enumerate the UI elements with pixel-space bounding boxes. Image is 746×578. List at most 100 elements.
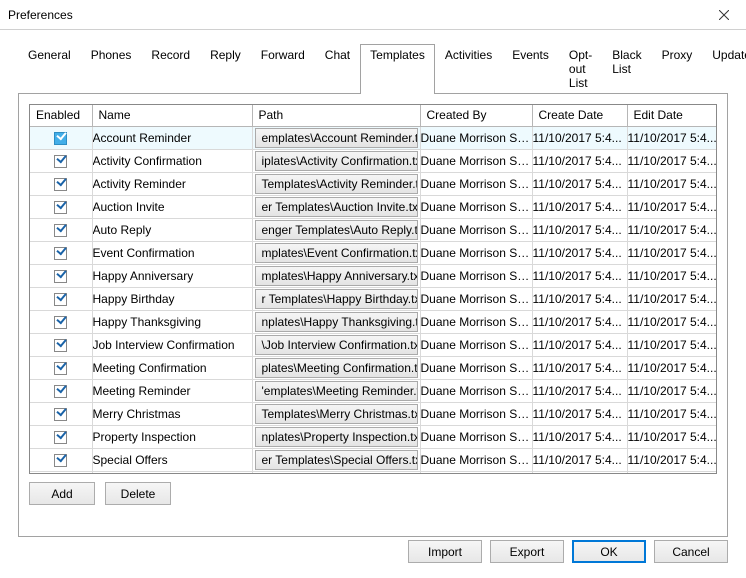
- table-row[interactable]: Job Interview Confirmation\Job Interview…: [30, 334, 717, 357]
- cell-create-date[interactable]: 11/10/2017 5:4...: [532, 265, 627, 288]
- delete-button[interactable]: Delete: [105, 482, 171, 505]
- cell-edit-date[interactable]: 11/10/2017 5:4...: [627, 311, 717, 334]
- cell-created-by[interactable]: Duane Morrison Smith: [420, 265, 532, 288]
- close-button[interactable]: [702, 0, 746, 30]
- ok-button[interactable]: OK: [572, 540, 646, 563]
- table-row[interactable]: Happy Birthdayr Templates\Happy Birthday…: [30, 288, 717, 311]
- cell-name[interactable]: Meeting Reminder: [92, 380, 252, 403]
- table-row[interactable]: Meeting Reminder'emplates\Meeting Remind…: [30, 380, 717, 403]
- path-button[interactable]: nplates\Happy Thanksgiving.txt: [255, 312, 418, 332]
- tab-templates[interactable]: Templates: [360, 44, 435, 94]
- enabled-checkbox[interactable]: [54, 178, 67, 191]
- tab-record[interactable]: Record: [141, 44, 200, 94]
- table-row[interactable]: Merry ChristmasTemplates\Merry Christmas…: [30, 403, 717, 426]
- add-button[interactable]: Add: [29, 482, 95, 505]
- enabled-checkbox[interactable]: [54, 431, 67, 444]
- cell-created-by[interactable]: Duane Morrison Smith: [420, 426, 532, 449]
- tab-general[interactable]: General: [18, 44, 81, 94]
- cell-created-by[interactable]: Duane Morrison Smith: [420, 150, 532, 173]
- cell-create-date[interactable]: 11/10/2017 5:4...: [532, 449, 627, 472]
- col-header-enabled[interactable]: Enabled: [30, 105, 92, 127]
- cell-name[interactable]: Activity Confirmation: [92, 150, 252, 173]
- cell-created-by[interactable]: Duane Morrison Smith: [420, 288, 532, 311]
- col-header-name[interactable]: Name: [92, 105, 252, 127]
- cell-name[interactable]: Auto Reply: [92, 219, 252, 242]
- cell-created-by[interactable]: Duane Morrison Smith: [420, 173, 532, 196]
- cell-edit-date[interactable]: 11/10/2017 5:4...: [627, 380, 717, 403]
- cell-created-by[interactable]: Duane Morrison Smith: [420, 196, 532, 219]
- enabled-checkbox[interactable]: [54, 362, 67, 375]
- cell-name[interactable]: Activity Reminder: [92, 173, 252, 196]
- path-button[interactable]: [255, 473, 418, 474]
- path-button[interactable]: Templates\Merry Christmas.txt: [255, 404, 418, 424]
- enabled-checkbox[interactable]: [54, 454, 67, 467]
- path-button[interactable]: mplates\Happy Anniversary.txt: [255, 266, 418, 286]
- cell-create-date[interactable]: 11/10/2017 5:4...: [532, 311, 627, 334]
- path-button[interactable]: 'emplates\Meeting Reminder.txt: [255, 381, 418, 401]
- cancel-button[interactable]: Cancel: [654, 540, 728, 563]
- export-button[interactable]: Export: [490, 540, 564, 563]
- cell-name[interactable]: [92, 472, 252, 475]
- table-row[interactable]: Happy Thanksgivingnplates\Happy Thanksgi…: [30, 311, 717, 334]
- table-row[interactable]: Auction Inviteer Templates\Auction Invit…: [30, 196, 717, 219]
- cell-edit-date[interactable]: 11/10/2017 5:4...: [627, 173, 717, 196]
- table-row[interactable]: [30, 472, 717, 475]
- import-button[interactable]: Import: [408, 540, 482, 563]
- cell-edit-date[interactable]: 11/10/2017 5:4...: [627, 219, 717, 242]
- enabled-checkbox[interactable]: [54, 224, 67, 237]
- cell-created-by[interactable]: Duane Morrison Smith: [420, 357, 532, 380]
- cell-created-by[interactable]: Duane Morrison Smith: [420, 449, 532, 472]
- enabled-checkbox[interactable]: [54, 385, 67, 398]
- cell-create-date[interactable]: 11/10/2017 5:4...: [532, 242, 627, 265]
- enabled-checkbox[interactable]: [54, 201, 67, 214]
- cell-name[interactable]: Auction Invite: [92, 196, 252, 219]
- cell-create-date[interactable]: 11/10/2017 5:4...: [532, 426, 627, 449]
- path-button[interactable]: Templates\Activity Reminder.txt: [255, 174, 418, 194]
- tab-forward[interactable]: Forward: [251, 44, 315, 94]
- enabled-checkbox[interactable]: [54, 247, 67, 260]
- table-row[interactable]: Activity Confirmationiplates\Activity Co…: [30, 150, 717, 173]
- cell-name[interactable]: Happy Thanksgiving: [92, 311, 252, 334]
- path-button[interactable]: emplates\Account Reminder.txt: [255, 128, 418, 148]
- enabled-checkbox[interactable]: [54, 339, 67, 352]
- cell-name[interactable]: Account Reminder: [92, 127, 252, 150]
- cell-name[interactable]: Happy Anniversary: [92, 265, 252, 288]
- tab-events[interactable]: Events: [502, 44, 559, 94]
- table-row[interactable]: Event Confirmationmplates\Event Confirma…: [30, 242, 717, 265]
- col-header-edit-date[interactable]: Edit Date: [627, 105, 717, 127]
- cell-name[interactable]: Event Confirmation: [92, 242, 252, 265]
- cell-created-by[interactable]: Duane Morrison Smith: [420, 311, 532, 334]
- cell-create-date[interactable]: 11/10/2017 5:4...: [532, 357, 627, 380]
- cell-edit-date[interactable]: 11/10/2017 5:4...: [627, 357, 717, 380]
- path-button[interactable]: nplates\Property Inspection.txt: [255, 427, 418, 447]
- cell-created-by[interactable]: Duane Morrison Smith: [420, 334, 532, 357]
- tab-updates[interactable]: Updates: [702, 44, 746, 94]
- cell-edit-date[interactable]: 11/10/2017 5:4...: [627, 449, 717, 472]
- cell-create-date[interactable]: 11/10/2017 5:4...: [532, 380, 627, 403]
- table-row[interactable]: Account Reminderemplates\Account Reminde…: [30, 127, 717, 150]
- cell-edit-date[interactable]: 11/10/2017 5:4...: [627, 242, 717, 265]
- cell-created-by[interactable]: Duane Morrison Smith: [420, 219, 532, 242]
- col-header-create-date[interactable]: Create Date: [532, 105, 627, 127]
- table-row[interactable]: Activity ReminderTemplates\Activity Remi…: [30, 173, 717, 196]
- tab-opt-out-list[interactable]: Opt-out List: [559, 44, 602, 94]
- cell-create-date[interactable]: 11/10/2017 5:4...: [532, 334, 627, 357]
- table-row[interactable]: Happy Anniversarymplates\Happy Anniversa…: [30, 265, 717, 288]
- cell-create-date[interactable]: 11/10/2017 5:4...: [532, 150, 627, 173]
- tab-chat[interactable]: Chat: [315, 44, 360, 94]
- cell-created-by[interactable]: Duane Morrison Smith: [420, 403, 532, 426]
- cell-edit-date[interactable]: 11/10/2017 5:4...: [627, 265, 717, 288]
- tab-activities[interactable]: Activities: [435, 44, 502, 94]
- cell-create-date[interactable]: 11/10/2017 5:4...: [532, 403, 627, 426]
- enabled-checkbox[interactable]: [54, 408, 67, 421]
- enabled-checkbox[interactable]: [54, 316, 67, 329]
- cell-edit-date[interactable]: 11/10/2017 5:4...: [627, 127, 717, 150]
- path-button[interactable]: mplates\Event Confirmation.txt: [255, 243, 418, 263]
- table-row[interactable]: Property Inspectionnplates\Property Insp…: [30, 426, 717, 449]
- cell-name[interactable]: Property Inspection: [92, 426, 252, 449]
- cell-created-by[interactable]: Duane Morrison Smith: [420, 127, 532, 150]
- tab-black-list[interactable]: Black List: [602, 44, 651, 94]
- enabled-checkbox[interactable]: [54, 293, 67, 306]
- cell-created-by[interactable]: Duane Morrison Smith: [420, 380, 532, 403]
- table-row[interactable]: Meeting Confirmationplates\Meeting Confi…: [30, 357, 717, 380]
